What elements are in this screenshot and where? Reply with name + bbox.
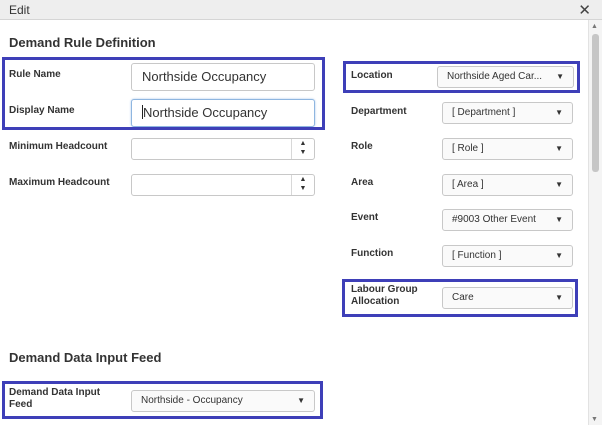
chevron-down-icon: ▼ (555, 251, 563, 260)
event-label: Event (351, 212, 379, 223)
department-select[interactable]: [ Department ] ▼ (442, 102, 573, 124)
area-label: Area (351, 177, 374, 188)
department-value: [ Department ] (452, 107, 516, 118)
maximum-headcount-label: Maximum Headcount (9, 177, 110, 188)
spin-down-icon[interactable]: ▼ (292, 184, 314, 193)
section-title-feed: Demand Data Input Feed (9, 350, 162, 365)
section-title-definition: Demand Rule Definition (9, 35, 156, 50)
chevron-down-icon: ▼ (555, 144, 563, 153)
area-select[interactable]: [ Area ] ▼ (442, 174, 573, 196)
scroll-down-icon[interactable]: ▼ (591, 416, 598, 423)
event-value: #9003 Other Event (452, 214, 536, 225)
highlight-box-labour-group (342, 279, 578, 317)
role-label: Role (351, 141, 373, 152)
spin-up-icon[interactable]: ▲ (292, 175, 314, 184)
scrollbar-thumb[interactable] (592, 34, 599, 172)
function-select[interactable]: [ Function ] ▼ (442, 245, 573, 267)
minimum-headcount-stepper[interactable]: ▲ ▼ (131, 138, 315, 160)
vertical-scrollbar[interactable]: ▲ ▼ (588, 20, 602, 425)
area-value: [ Area ] (452, 179, 484, 190)
highlight-box-location (343, 61, 580, 93)
spin-up-icon[interactable]: ▲ (292, 139, 314, 148)
dialog-title: Edit (9, 3, 30, 17)
department-label: Department (351, 106, 407, 117)
maximum-headcount-spinner[interactable]: ▲ ▼ (291, 175, 314, 195)
spin-down-icon[interactable]: ▼ (292, 148, 314, 157)
function-value: [ Function ] (452, 250, 502, 261)
chevron-down-icon: ▼ (555, 180, 563, 189)
role-select[interactable]: [ Role ] ▼ (442, 138, 573, 160)
minimum-headcount-spinner[interactable]: ▲ ▼ (291, 139, 314, 159)
scroll-up-icon[interactable]: ▲ (591, 23, 598, 30)
chevron-down-icon: ▼ (555, 108, 563, 117)
highlight-box-names (2, 57, 325, 130)
minimum-headcount-label: Minimum Headcount (9, 141, 108, 152)
function-label: Function (351, 248, 394, 259)
role-value: [ Role ] (452, 143, 484, 154)
event-select[interactable]: #9003 Other Event ▼ (442, 209, 573, 231)
maximum-headcount-stepper[interactable]: ▲ ▼ (131, 174, 315, 196)
close-icon[interactable]: ✕ (578, 1, 591, 19)
chevron-down-icon: ▼ (555, 215, 563, 224)
highlight-box-demand-feed (2, 381, 323, 419)
dialog-titlebar: Edit ✕ (0, 0, 602, 20)
